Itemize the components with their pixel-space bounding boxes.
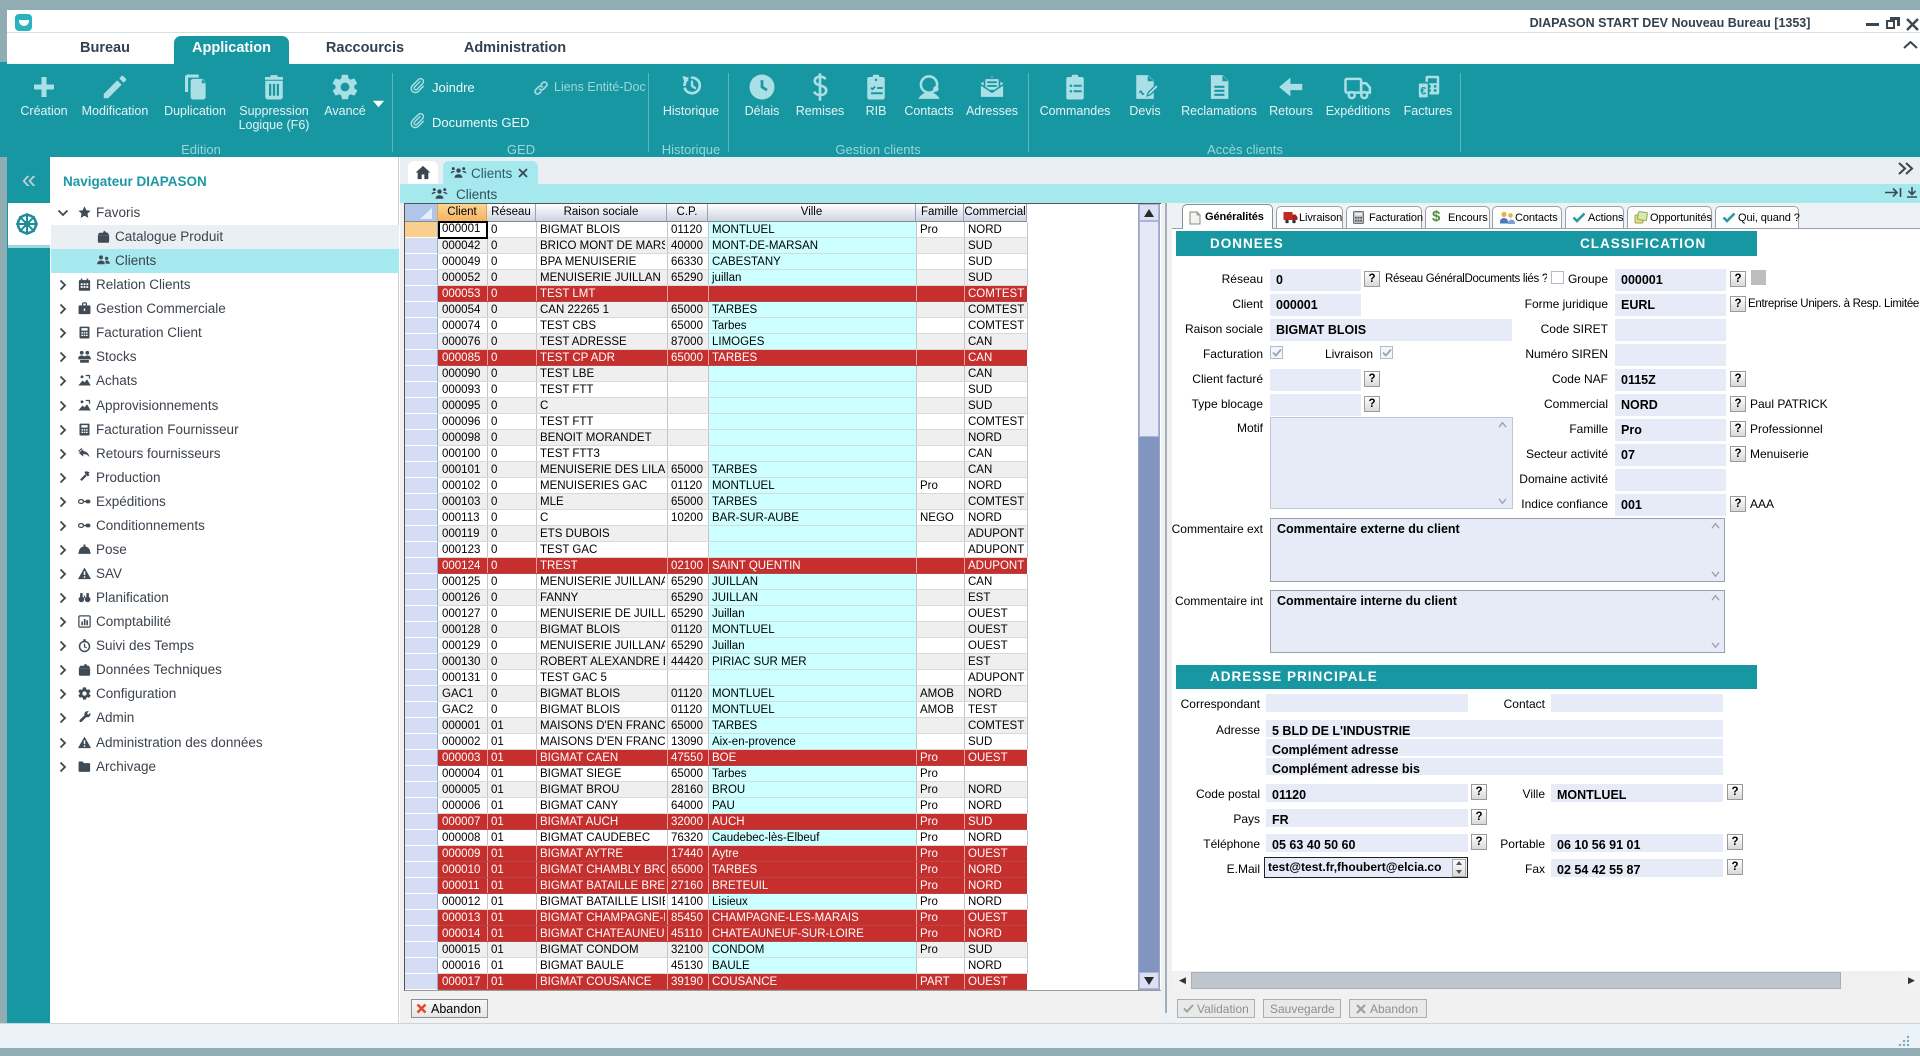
svg-text:€: € xyxy=(1420,85,1426,97)
